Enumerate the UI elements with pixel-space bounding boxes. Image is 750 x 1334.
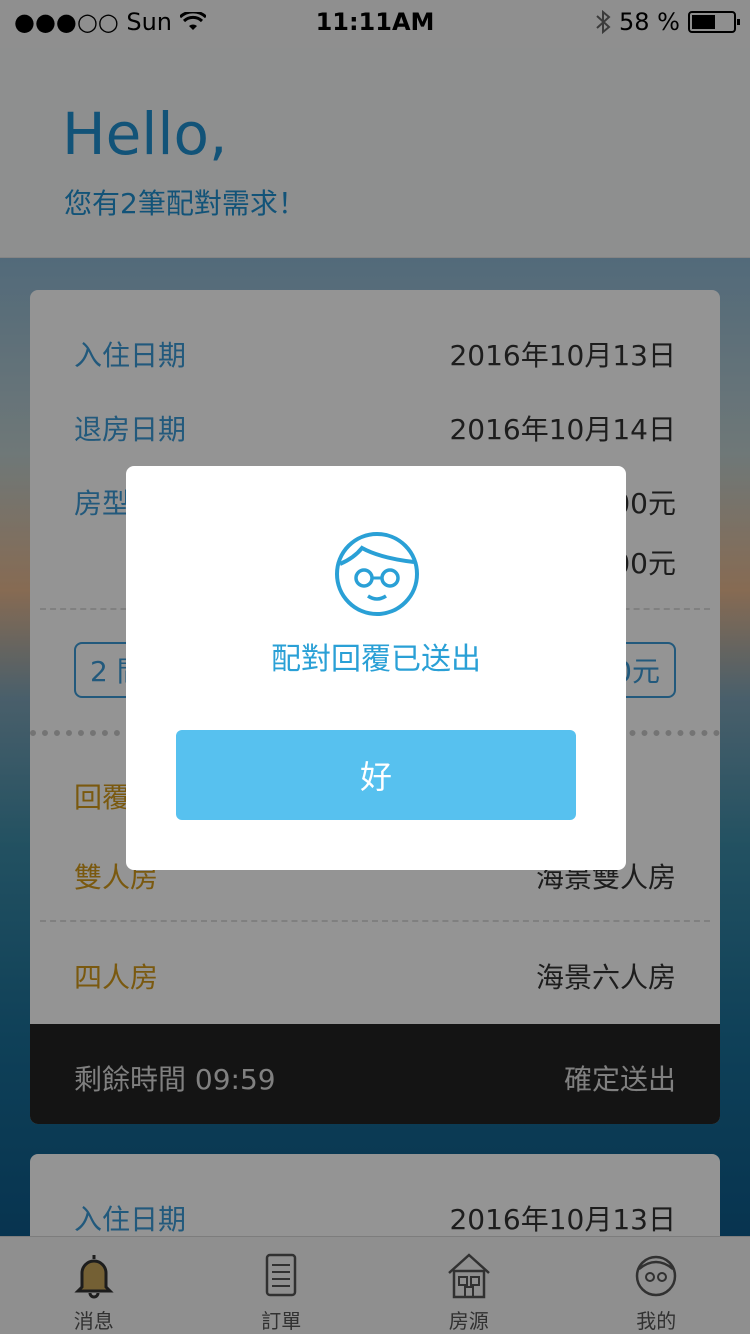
- confirmation-dialog: 配對回覆已送出 好: [126, 466, 626, 870]
- face-glasses-icon: [335, 532, 419, 616]
- dialog-message: 配對回覆已送出: [271, 642, 481, 677]
- ok-button[interactable]: 好: [176, 730, 576, 820]
